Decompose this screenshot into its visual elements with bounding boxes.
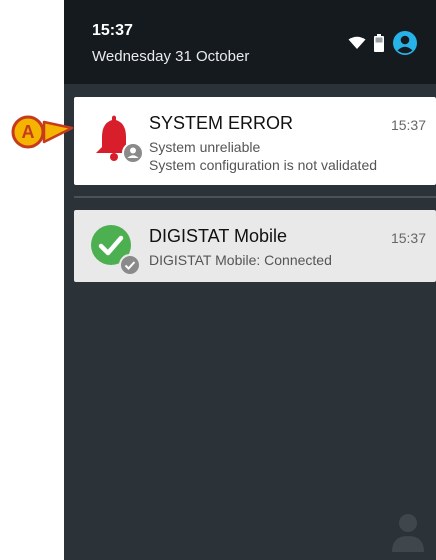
notification-line-2: System configuration is not validated: [149, 157, 378, 173]
notification-divider: [74, 196, 436, 198]
notification-time: 15:37: [390, 230, 426, 246]
status-time: 15:37: [92, 22, 133, 39]
notification-title: SYSTEM ERROR: [149, 113, 294, 133]
notification-shade: 15:37 Wednesday 31 October SYSTEM ERROR …: [64, 0, 436, 560]
status-bar: 15:37 Wednesday 31 October: [64, 0, 436, 84]
annotation-label: A: [22, 122, 35, 142]
notification-title: DIGISTAT Mobile: [149, 226, 288, 246]
person-icon[interactable]: [390, 512, 426, 552]
status-date: Wednesday 31 October: [92, 48, 250, 65]
status-icons: [348, 30, 418, 56]
notification-line-1: DIGISTAT Mobile: Connected: [149, 252, 332, 268]
notification-time: 15:37: [390, 117, 426, 133]
wifi-icon: [348, 36, 366, 49]
notification-line-1: System unreliable: [149, 139, 261, 155]
user-badge-icon: [122, 142, 144, 164]
notification-digistat-connected[interactable]: DIGISTAT Mobile 15:37 DIGISTAT Mobile: C…: [74, 210, 436, 282]
annotation-marker: A: [11, 115, 74, 149]
battery-icon: [374, 34, 384, 52]
account-icon[interactable]: [392, 30, 418, 56]
check-badge-icon: [119, 254, 141, 276]
notification-system-error[interactable]: SYSTEM ERROR 15:37 System unreliable Sys…: [74, 97, 436, 185]
